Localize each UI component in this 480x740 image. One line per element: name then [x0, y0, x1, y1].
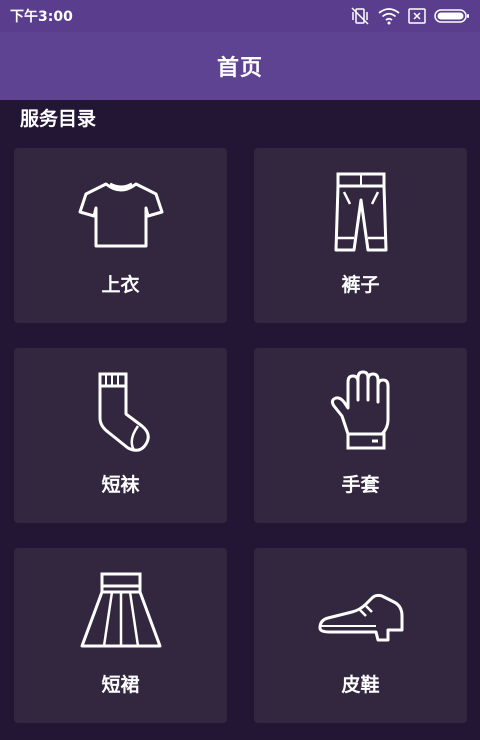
app-bar: 首页 — [0, 32, 480, 100]
category-card-pants[interactable]: 裤子 — [254, 148, 467, 323]
category-grid: 上衣 裤子 短袜 手套 短裙 皮鞋 — [14, 148, 467, 723]
section-title: 服务目录 — [20, 108, 97, 130]
category-card-skirts[interactable]: 短裙 — [14, 548, 227, 723]
pants-icon — [316, 170, 406, 256]
glove-icon — [316, 370, 406, 456]
no-sim-icon — [408, 8, 426, 24]
category-label: 手套 — [341, 474, 380, 496]
category-label: 上衣 — [101, 274, 140, 296]
sock-icon — [76, 370, 166, 456]
vibrate-off-icon — [350, 7, 370, 25]
page-title: 首页 — [216, 56, 263, 81]
status-icons — [350, 7, 470, 25]
skirt-icon — [76, 570, 166, 656]
wifi-icon — [378, 7, 400, 25]
category-card-gloves[interactable]: 手套 — [254, 348, 467, 523]
tshirt-icon — [76, 170, 166, 256]
category-label: 裤子 — [341, 274, 380, 296]
category-label: 短裙 — [101, 674, 140, 696]
category-card-tops[interactable]: 上衣 — [14, 148, 227, 323]
shoe-icon — [316, 570, 406, 656]
status-time: 下午3:00 — [10, 9, 73, 25]
status-bar: 下午3:00 — [0, 0, 480, 32]
category-card-socks[interactable]: 短袜 — [14, 348, 227, 523]
category-card-shoes[interactable]: 皮鞋 — [254, 548, 467, 723]
battery-icon — [434, 8, 470, 24]
category-label: 短袜 — [101, 474, 140, 496]
category-label: 皮鞋 — [341, 674, 380, 696]
